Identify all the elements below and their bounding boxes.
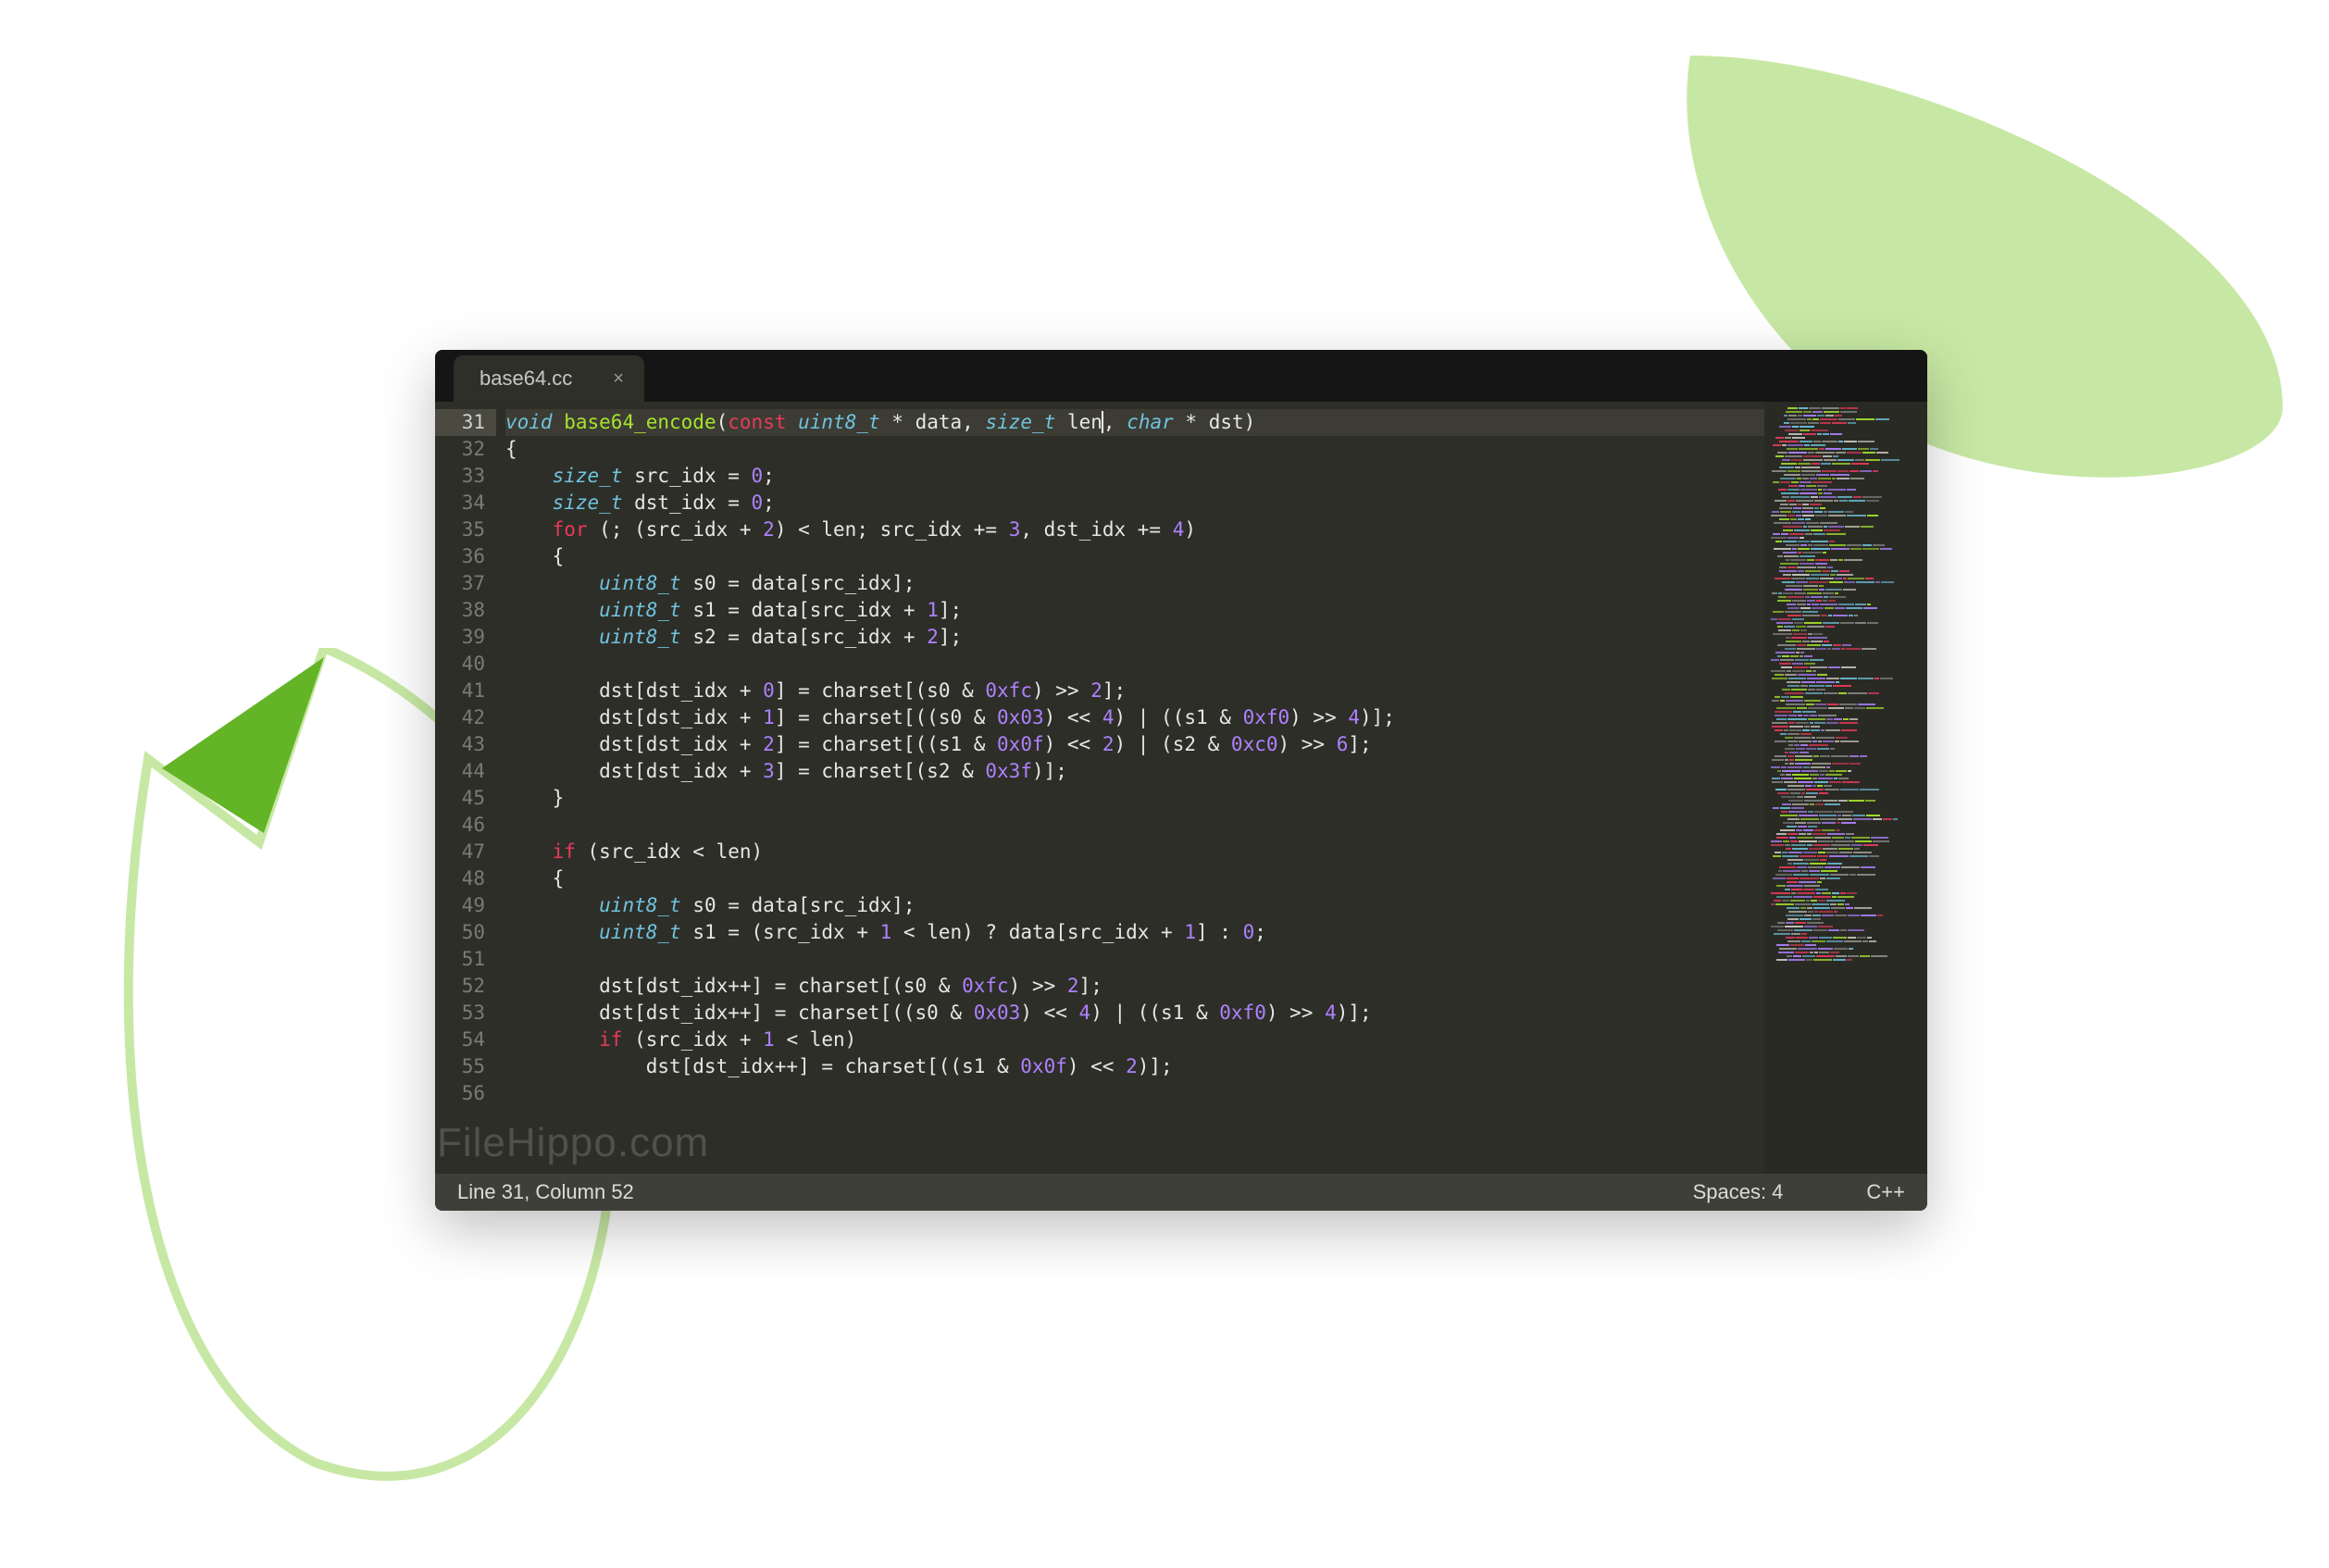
line-number: 39 xyxy=(435,624,485,651)
line-number: 33 xyxy=(435,463,485,490)
code-line: dst[dst_idx + 3] = charset[(s2 & 0x3f)]; xyxy=(505,758,1764,785)
code-line: { xyxy=(505,436,1764,463)
line-number: 35 xyxy=(435,516,485,543)
code-line: uint8_t s0 = data[src_idx]; xyxy=(505,570,1764,597)
line-number: 51 xyxy=(435,946,485,973)
code-line: dst[dst_idx++] = charset[((s1 & 0x0f) <<… xyxy=(505,1053,1764,1080)
line-number: 42 xyxy=(435,704,485,731)
code-area[interactable]: void base64_encode(const uint8_t * data,… xyxy=(496,402,1764,1174)
line-number: 54 xyxy=(435,1027,485,1053)
code-line: { xyxy=(505,543,1764,570)
status-indentation[interactable]: Spaces: 4 xyxy=(1693,1180,1784,1204)
code-line: for (; (src_idx + 2) < len; src_idx += 3… xyxy=(505,516,1764,543)
code-line: dst[dst_idx + 1] = charset[((s0 & 0x03) … xyxy=(505,704,1764,731)
line-number: 32 xyxy=(435,436,485,463)
code-line: if (src_idx + 1 < len) xyxy=(505,1027,1764,1053)
editor-body: 3132333435363738394041424344454647484950… xyxy=(435,402,1927,1174)
status-bar: Line 31, Column 52 Spaces: 4 C++ xyxy=(435,1174,1927,1211)
line-number: 34 xyxy=(435,490,485,516)
status-syntax[interactable]: C++ xyxy=(1866,1180,1905,1204)
line-number: 36 xyxy=(435,543,485,570)
code-line: void base64_encode(const uint8_t * data,… xyxy=(505,409,1764,436)
code-line: dst[dst_idx++] = charset[(s0 & 0xfc) >> … xyxy=(505,973,1764,1000)
line-number: 44 xyxy=(435,758,485,785)
code-line: } xyxy=(505,785,1764,812)
code-line: uint8_t s1 = (src_idx + 1 < len) ? data[… xyxy=(505,919,1764,946)
line-number: 37 xyxy=(435,570,485,597)
code-line xyxy=(505,946,1764,973)
status-cursor-position[interactable]: Line 31, Column 52 xyxy=(457,1180,1693,1204)
code-line xyxy=(505,812,1764,839)
line-number: 50 xyxy=(435,919,485,946)
code-line: dst[dst_idx + 2] = charset[((s1 & 0x0f) … xyxy=(505,731,1764,758)
code-line: { xyxy=(505,865,1764,892)
line-number: 41 xyxy=(435,678,485,704)
line-number: 56 xyxy=(435,1080,485,1107)
code-line xyxy=(505,1080,1764,1107)
code-line: size_t src_idx = 0; xyxy=(505,463,1764,490)
line-number: 46 xyxy=(435,812,485,839)
code-line: if (src_idx < len) xyxy=(505,839,1764,865)
code-line: uint8_t s2 = data[src_idx + 2]; xyxy=(505,624,1764,651)
tab-bar: base64.cc × xyxy=(435,350,1927,402)
line-number: 40 xyxy=(435,651,485,678)
code-editor-window: base64.cc × 3132333435363738394041424344… xyxy=(435,350,1927,1211)
tab-title: base64.cc xyxy=(480,367,572,391)
line-number-gutter: 3132333435363738394041424344454647484950… xyxy=(435,402,496,1174)
code-line: dst[dst_idx + 0] = charset[(s0 & 0xfc) >… xyxy=(505,678,1764,704)
line-number: 47 xyxy=(435,839,485,865)
line-number: 43 xyxy=(435,731,485,758)
line-number: 49 xyxy=(435,892,485,919)
minimap[interactable] xyxy=(1764,402,1927,1174)
line-number: 55 xyxy=(435,1053,485,1080)
line-number: 53 xyxy=(435,1000,485,1027)
line-number: 52 xyxy=(435,973,485,1000)
file-tab[interactable]: base64.cc × xyxy=(454,355,644,402)
line-number: 45 xyxy=(435,785,485,812)
code-line: uint8_t s1 = data[src_idx + 1]; xyxy=(505,597,1764,624)
line-number: 38 xyxy=(435,597,485,624)
code-line xyxy=(505,651,1764,678)
line-number: 31 xyxy=(435,409,496,436)
line-number: 48 xyxy=(435,865,485,892)
code-line: size_t dst_idx = 0; xyxy=(505,490,1764,516)
code-line: dst[dst_idx++] = charset[((s0 & 0x03) <<… xyxy=(505,1000,1764,1027)
close-icon[interactable]: × xyxy=(613,369,624,388)
code-line: uint8_t s0 = data[src_idx]; xyxy=(505,892,1764,919)
